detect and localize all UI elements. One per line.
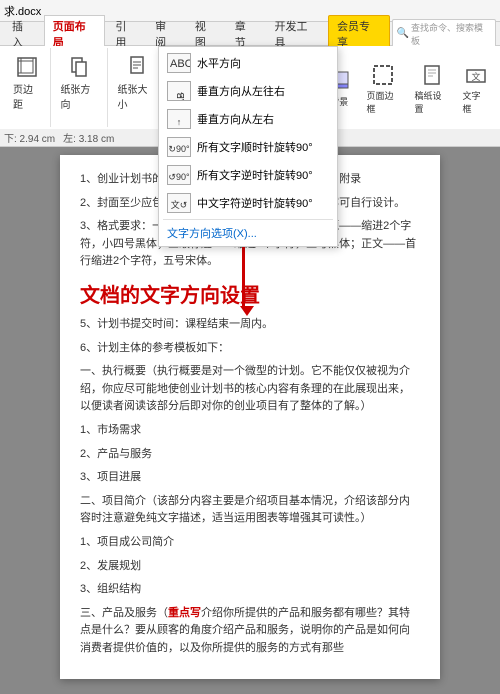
orientation-group: 纸张方向 — [51, 48, 108, 127]
vertical-rtl-icon: ↑ — [167, 109, 191, 129]
doc-para-exec: 一、执行概要（执行概要是对一个微型的计划。它不能仅仅被视为介绍，你应尽可能地使创… — [80, 363, 420, 416]
ccw90-icon: ↺90° — [167, 165, 191, 185]
orientation-button[interactable]: 纸张方向 — [55, 50, 103, 114]
dropdown-label-chinese-ccw: 中文字符逆时针旋转90° — [197, 195, 313, 211]
page-border-icon — [369, 61, 397, 89]
orientation-label: 纸张方向 — [60, 81, 98, 111]
dropdown-item-chinese-ccw[interactable]: 文↺ 中文字符逆时针旋转90° — [159, 189, 337, 217]
dropdown-label-horizontal: 水平方向 — [197, 55, 241, 71]
red-text: 重点写 — [168, 607, 201, 619]
dropdown-divider — [163, 219, 333, 220]
doc-item-3: 3、项目进展 — [80, 469, 420, 487]
paper-settings-icon — [418, 61, 446, 89]
horizontal-direction-icon: ABC — [167, 53, 191, 73]
col-position: 下: 2.94 cm — [4, 130, 55, 145]
margins-button[interactable]: 页边距 — [8, 50, 46, 114]
doc-item-2: 2、产品与服务 — [80, 446, 420, 464]
dropdown-item-vertical-rtl[interactable]: ↑ 垂直方向从左右 — [159, 105, 337, 133]
margins-group: 页边距 — [4, 48, 51, 127]
page-border-button[interactable]: 页面边框 — [361, 58, 405, 118]
row-position: 左: 3.18 cm — [63, 130, 114, 145]
dropdown-item-vertical-ltr[interactable]: AB ↓ 垂直方向从左往右 — [159, 77, 337, 105]
dropdown-label-ccw90: 所有文字逆时针旋转90° — [197, 167, 313, 183]
dropdown-item-cw90[interactable]: ↻90° 所有文字顺时针旋转90° — [159, 133, 337, 161]
dropdown-label-vertical-rtl: 垂直方向从左右 — [197, 111, 274, 127]
search-box[interactable]: 🔍 查找命令、搜索模板 — [392, 19, 496, 49]
ribbon-tabs: 插入 页面布局 引用 审阅 视图 章节 开发工具 会员专享 🔍 查找命令、搜索模… — [0, 22, 500, 46]
doc-para-product: 三、产品及服务（重点写介绍你所提供的产品和服务都有哪些？其特点是什么？要从顾客的… — [80, 605, 420, 658]
svg-text:↑: ↑ — [177, 117, 182, 127]
margins-label: 页边距 — [13, 81, 41, 111]
text-box-label: 文字框 — [463, 89, 489, 115]
cw90-icon: ↻90° — [167, 137, 191, 157]
text-direction-dropdown: ABC 水平方向 AB ↓ 垂直方向从左往右 ↑ 垂直方向从左右 ↻90° 所有… — [158, 46, 338, 247]
svg-text:↓: ↓ — [179, 89, 184, 99]
paper-size-icon — [123, 53, 151, 81]
dropdown-options-link[interactable]: 文字方向选项(X)... — [159, 222, 337, 244]
doc-item-1: 1、市场需求 — [80, 422, 420, 440]
svg-text:文↺: 文↺ — [171, 199, 188, 210]
dropdown-item-ccw90[interactable]: ↺90° 所有文字逆时针旋转90° — [159, 161, 337, 189]
dropdown-label-vertical-ltr: 垂直方向从左往右 — [197, 83, 285, 99]
paper-size-label: 纸张大小 — [117, 81, 155, 111]
doc-item-4: 1、项目成公司简介 — [80, 534, 420, 552]
paper-settings-button[interactable]: 稿纸设置 — [409, 58, 453, 118]
doc-item-6: 3、组织结构 — [80, 581, 420, 599]
doc-para-intro: 二、项目简介（该部分内容主要是介绍项目基本情况，介绍该部分内容时注意避免纯文字描… — [80, 493, 420, 528]
search-placeholder: 查找命令、搜索模板 — [411, 21, 491, 47]
document-body: 5、计划书提交时间：课程结束一周内。 6、计划主体的参考模板如下： 一、执行概要… — [80, 316, 420, 658]
chinese-ccw-icon: 文↺ — [167, 193, 191, 213]
doc-para-6: 6、计划主体的参考模板如下： — [80, 340, 420, 358]
svg-text:ABC: ABC — [170, 58, 190, 70]
text-box-button[interactable]: 文 文字框 — [458, 58, 494, 118]
search-icon: 🔍 — [397, 28, 409, 39]
paper-settings-label: 稿纸设置 — [414, 89, 448, 115]
paper-size-button[interactable]: 纸张大小 — [112, 50, 160, 114]
doc-para-5: 5、计划书提交时间：课程结束一周内。 — [80, 316, 420, 334]
dropdown-item-horizontal[interactable]: ABC 水平方向 — [159, 49, 337, 77]
doc-item-5: 2、发展规划 — [80, 558, 420, 576]
text-box-icon: 文 — [462, 61, 490, 89]
margins-icon — [13, 53, 41, 81]
paper-size-group: 纸张大小 — [108, 48, 165, 127]
svg-text:↻90°: ↻90° — [168, 144, 190, 154]
svg-text:↺90°: ↺90° — [168, 172, 190, 182]
document-heading: 文档的文字方向设置 — [80, 279, 420, 308]
dropdown-label-cw90: 所有文字顺时针旋转90° — [197, 139, 313, 155]
svg-text:文: 文 — [471, 71, 480, 82]
vertical-ltr-icon: AB ↓ — [167, 81, 191, 101]
page-border-label: 页面边框 — [366, 89, 400, 115]
orientation-icon — [65, 53, 93, 81]
